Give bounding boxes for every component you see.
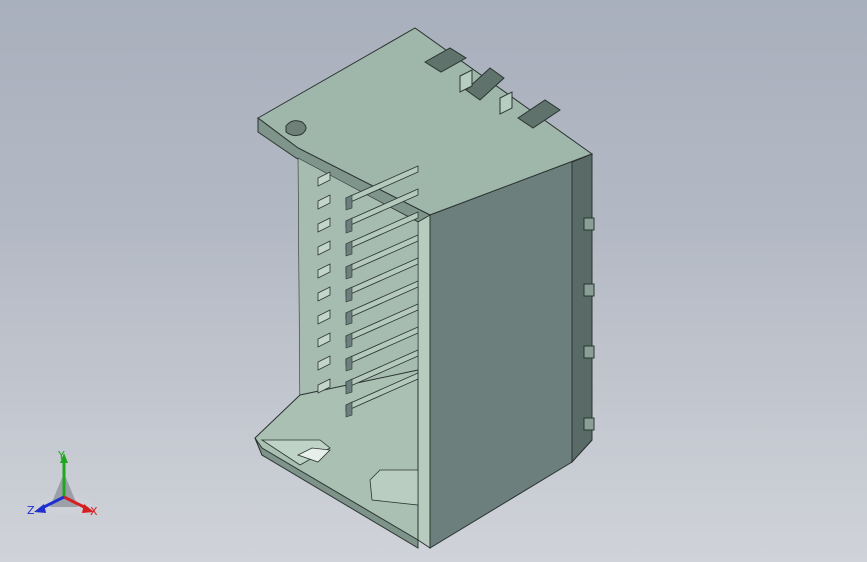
right-side-face bbox=[429, 153, 593, 549]
pin-blade-end bbox=[345, 309, 353, 326]
base-floor bbox=[254, 369, 419, 541]
pin-blade-end bbox=[345, 355, 353, 372]
triad-x-label: X bbox=[90, 505, 98, 518]
pin-blade-end bbox=[345, 194, 353, 211]
pin-blade-end bbox=[345, 286, 353, 303]
graphics-viewport[interactable]: Y Z X bbox=[0, 0, 867, 562]
base-ramp-right bbox=[369, 469, 419, 506]
mounting-notch bbox=[285, 120, 307, 137]
pin-blade-end bbox=[345, 401, 353, 418]
triad-z-label: Z bbox=[27, 504, 35, 517]
front-wall-edge bbox=[417, 214, 431, 549]
axis-triad: Y Z X bbox=[27, 449, 98, 518]
pin-blade-end bbox=[345, 217, 353, 234]
side-rear-strip bbox=[571, 153, 593, 464]
pin-blade-end bbox=[345, 332, 353, 349]
connector-model[interactable] bbox=[0, 0, 867, 562]
triad-y-label: Y bbox=[57, 449, 65, 462]
pin-blade-end bbox=[345, 240, 353, 257]
pin-blade-end bbox=[345, 263, 353, 280]
pin-blade-end bbox=[345, 378, 353, 395]
